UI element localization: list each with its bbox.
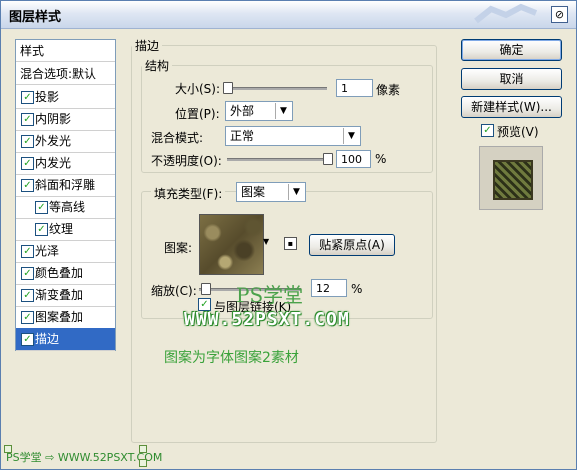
style-item-label: 渐变叠加 xyxy=(35,288,84,302)
style-item[interactable]: ✓ 描边 xyxy=(16,328,115,351)
style-item[interactable]: ✓ 投影 xyxy=(16,86,115,109)
size-unit: 像素 xyxy=(376,83,401,97)
style-item[interactable]: ✓ 图案叠加 xyxy=(16,306,115,329)
style-list: 样式 混合选项:默认 ✓ 投影 ✓ 内阴影 ✓ 外发光 ✓ 内发光 ✓ 斜面和浮雕 ✓ 等高线 ✓ 纹理 ✓… xyxy=(15,39,116,351)
style-item-checkbox[interactable]: ✓ xyxy=(21,245,34,258)
scale-label: 缩放(C): xyxy=(151,284,197,298)
style-item-label: 斜面和浮雕 xyxy=(35,178,96,192)
fill-type-value: 图案 xyxy=(241,185,266,199)
style-item[interactable]: ✓ 斜面和浮雕 xyxy=(16,174,115,197)
pattern-swatch[interactable] xyxy=(199,214,264,275)
structure-title: 结构 xyxy=(145,59,170,73)
dialog-title: 图层样式 xyxy=(9,10,62,25)
stroke-section-title: 描边 xyxy=(135,39,160,53)
style-item-checkbox[interactable]: ✓ xyxy=(21,157,34,170)
chevron-down-icon[interactable]: ▼ xyxy=(343,128,359,144)
style-list-header[interactable]: 样式 xyxy=(16,40,115,62)
style-item[interactable]: ✓ 渐变叠加 xyxy=(16,284,115,307)
title-decoration-icon xyxy=(474,3,538,24)
style-item[interactable]: ✓ 纹理 xyxy=(16,218,115,241)
style-item-checkbox[interactable]: ✓ xyxy=(21,267,34,280)
pattern-label: 图案: xyxy=(164,241,193,255)
style-item-checkbox[interactable]: ✓ xyxy=(21,179,34,192)
style-item-checkbox[interactable]: ✓ xyxy=(21,135,34,148)
corner-marker-icon xyxy=(139,459,147,467)
style-item-checkbox[interactable]: ✓ xyxy=(21,333,34,346)
style-item[interactable]: ✓ 颜色叠加 xyxy=(16,262,115,285)
layer-style-dialog: 图层样式 ⊘ 样式 混合选项:默认 ✓ 投影 ✓ 内阴影 ✓ 外发光 ✓ 内发光 ✓ 斜面和浮雕 ✓… xyxy=(0,0,577,470)
style-item-label: 描边 xyxy=(35,332,60,346)
blend-mode-value: 正常 xyxy=(230,129,255,143)
style-item-label: 等高线 xyxy=(49,200,86,214)
style-item-label: 颜色叠加 xyxy=(35,266,84,280)
style-item[interactable]: ✓ 内发光 xyxy=(16,152,115,175)
size-label: 大小(S): xyxy=(175,82,221,96)
style-item-checkbox[interactable]: ✓ xyxy=(21,311,34,324)
opacity-unit: % xyxy=(375,152,387,166)
style-item[interactable]: ✓ 光泽 xyxy=(16,240,115,263)
corner-marker-icon xyxy=(4,445,12,453)
position-label: 位置(P): xyxy=(175,107,220,121)
style-item[interactable]: ✓ 内阴影 xyxy=(16,108,115,131)
style-item-label: 投影 xyxy=(35,90,60,104)
pattern-picker-arrow-icon[interactable]: ▼ xyxy=(263,237,269,246)
material-note: 图案为字体图案2素材 xyxy=(164,350,299,366)
preview-checkbox[interactable]: ✓ xyxy=(481,124,494,137)
new-preset-icon[interactable]: ▪ xyxy=(284,237,297,250)
blend-mode-label: 混合模式: xyxy=(151,131,204,145)
fill-type-label: 填充类型(F): xyxy=(151,185,226,202)
style-item-label: 光泽 xyxy=(35,244,60,258)
style-item-label: 纹理 xyxy=(49,222,74,236)
opacity-slider-track[interactable] xyxy=(227,158,331,161)
style-preview xyxy=(479,146,543,210)
snap-to-origin-button[interactable]: 贴紧原点(A) xyxy=(309,234,395,256)
watermark-brand: PS学堂 xyxy=(236,283,304,307)
style-item-checkbox[interactable]: ✓ xyxy=(21,289,34,302)
style-item-checkbox[interactable]: ✓ xyxy=(35,201,48,214)
position-select[interactable]: 外部 ▼ xyxy=(225,101,293,121)
chevron-down-icon[interactable]: ▼ xyxy=(275,103,291,119)
cancel-button[interactable]: 取消 xyxy=(461,68,562,90)
scale-unit: % xyxy=(351,282,363,296)
opacity-label: 不透明度(O): xyxy=(151,154,222,168)
watermark-url: WWW.52PSXT.COM xyxy=(184,309,350,330)
size-slider-thumb[interactable] xyxy=(223,82,233,94)
style-item-label: 图案叠加 xyxy=(35,310,84,324)
size-input[interactable]: 1 xyxy=(336,79,373,97)
opacity-input[interactable]: 100 xyxy=(336,150,371,168)
fill-type-select[interactable]: 图案 ▼ xyxy=(236,182,306,202)
close-icon[interactable]: ⊘ xyxy=(551,6,568,23)
style-item-checkbox[interactable]: ✓ xyxy=(21,91,34,104)
title-bar: 图层样式 ⊘ xyxy=(1,1,576,29)
scale-slider-thumb[interactable] xyxy=(200,283,211,295)
corner-marker-icon xyxy=(139,445,147,453)
blend-mode-select[interactable]: 正常 ▼ xyxy=(225,126,361,146)
blend-options-item[interactable]: 混合选项:默认 xyxy=(16,63,115,85)
size-slider-track[interactable] xyxy=(227,87,327,90)
position-value: 外部 xyxy=(230,104,255,118)
style-item[interactable]: ✓ 等高线 xyxy=(16,196,115,219)
preview-thumbnail xyxy=(493,160,533,200)
style-item[interactable]: ✓ 外发光 xyxy=(16,130,115,153)
new-style-button[interactable]: 新建样式(W)... xyxy=(461,96,562,118)
preview-label: 预览(V) xyxy=(497,125,539,139)
style-item-label: 外发光 xyxy=(35,134,72,148)
scale-input[interactable]: 12 xyxy=(311,279,347,297)
style-item-checkbox[interactable]: ✓ xyxy=(21,113,34,126)
ok-button[interactable]: 确定 xyxy=(461,39,562,61)
style-item-label: 内阴影 xyxy=(35,112,72,126)
opacity-slider-thumb[interactable] xyxy=(323,153,333,165)
chevron-down-icon[interactable]: ▼ xyxy=(288,184,304,200)
style-item-label: 内发光 xyxy=(35,156,72,170)
style-item-checkbox[interactable]: ✓ xyxy=(35,223,48,236)
